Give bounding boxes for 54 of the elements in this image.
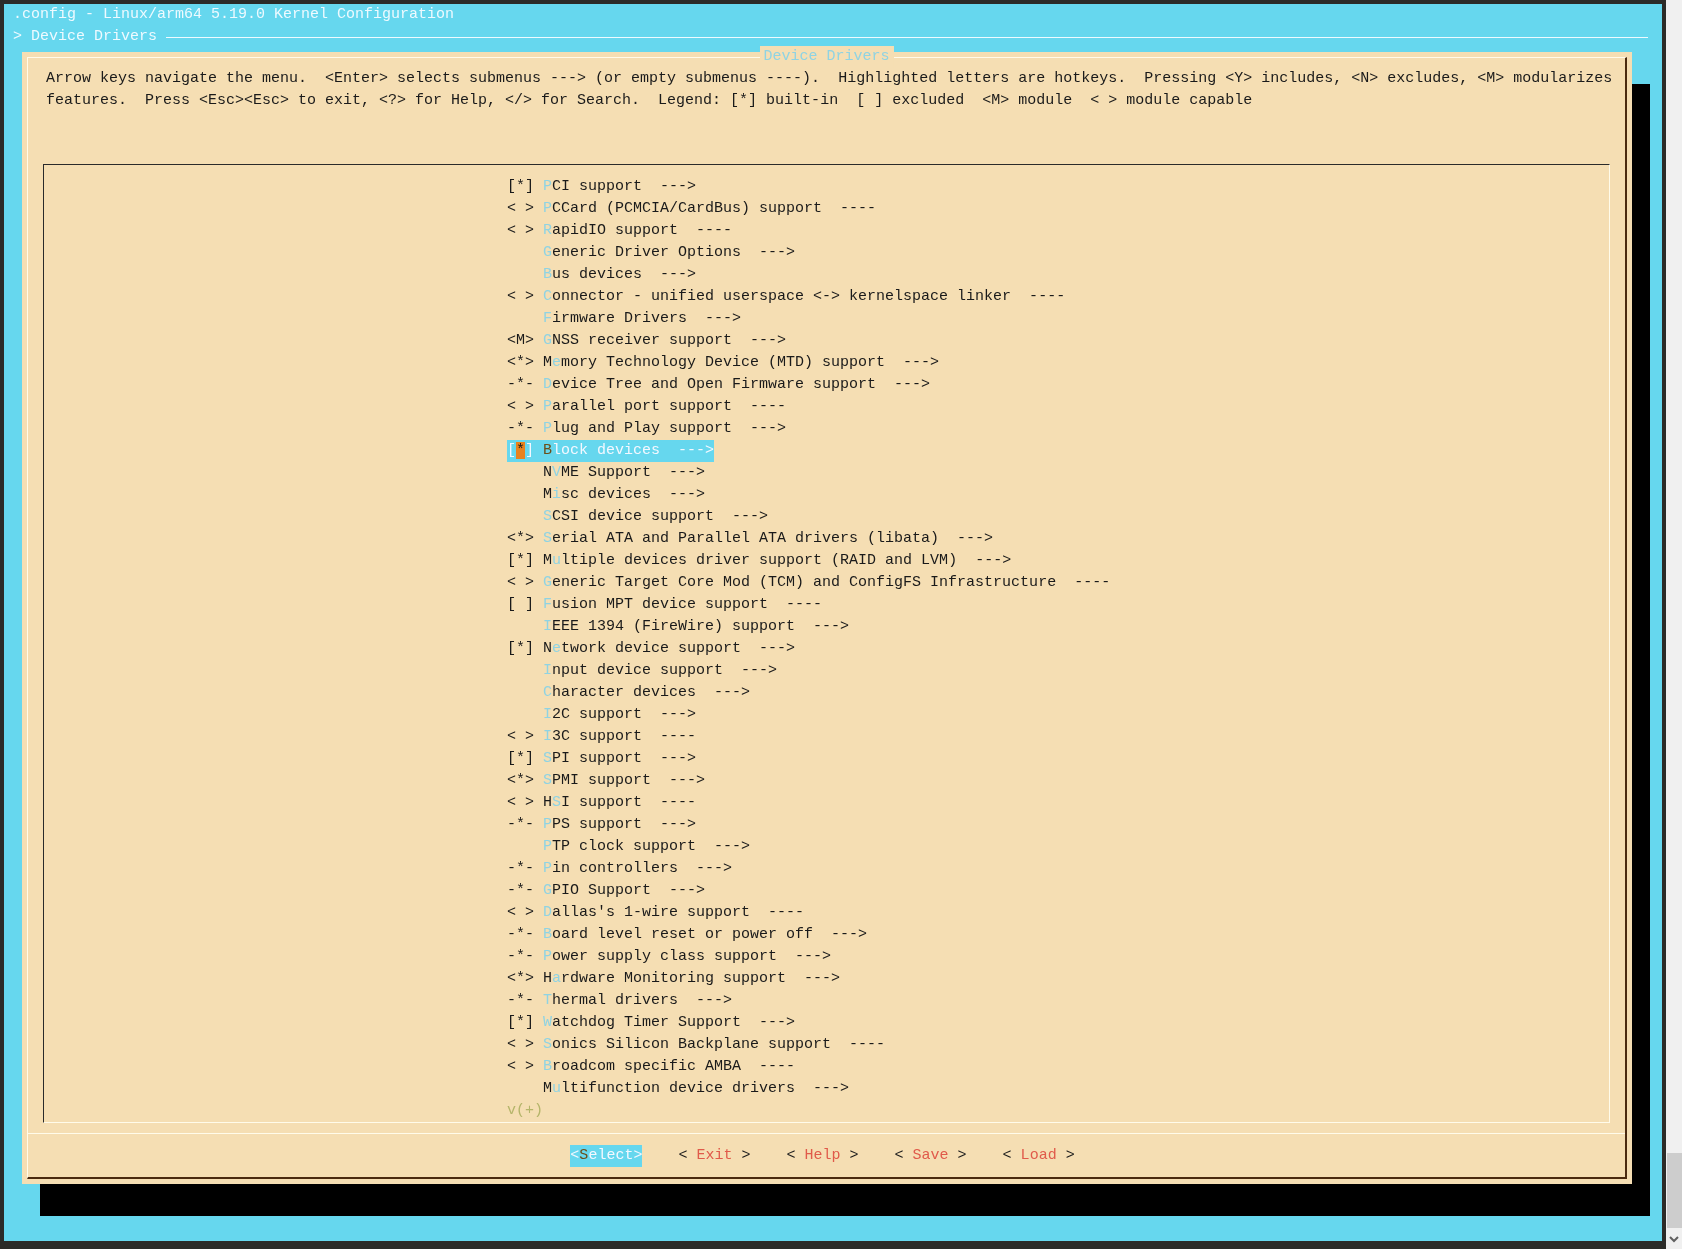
menu-item[interactable]: [*] Network device support --->	[507, 638, 796, 660]
menu-item[interactable]: I2C support --->	[507, 704, 697, 726]
scroll-down-icon[interactable]	[1669, 1236, 1679, 1243]
help-text: Arrow keys navigate the menu. <Enter> selects submenus ---> (or empty submenus ----). Highlighted letters are hotkeys. Pressing <Y> includes, <N> excludes, <M> modularizes	[46, 69, 1613, 89]
dialog-button[interactable]: < Load >	[1002, 1145, 1075, 1167]
menu-item[interactable]: < > PCCard (PCMCIA/CardBus) support ----	[507, 198, 877, 220]
dialog-button[interactable]: <Select>	[570, 1145, 643, 1167]
menu-item[interactable]: -*- PPS support --->	[507, 814, 697, 836]
menu-item[interactable]: < > Dallas's 1-wire support ----	[507, 902, 805, 924]
menu-item[interactable]: SCSI device support --->	[507, 506, 769, 528]
more-indicator: v(+)	[507, 1101, 543, 1121]
menu-item[interactable]: <*> Serial ATA and Parallel ATA drivers (libata) --->	[507, 528, 994, 550]
menu-item[interactable]: IEEE 1394 (FireWire) support --->	[507, 616, 850, 638]
menu-item[interactable]: < > Connector - unified userspace <-> kernelspace linker ----	[507, 286, 1066, 308]
menu-item[interactable]: PTP clock support --->	[507, 836, 751, 858]
menu-item[interactable]: [*] SPI support --->	[507, 748, 697, 770]
menu-item[interactable]: -*- Power supply class support --->	[507, 946, 832, 968]
menu-item[interactable]: Misc devices --->	[507, 484, 706, 506]
menu-item[interactable]: [*] Block devices --->	[507, 440, 715, 462]
menu-item[interactable]: < > Parallel port support ----	[507, 396, 787, 418]
scroll-thumb[interactable]	[1666, 1153, 1682, 1228]
menu-item[interactable]: Bus devices --->	[507, 264, 697, 286]
menu-item[interactable]: -*- Plug and Play support --->	[507, 418, 787, 440]
dialog-button[interactable]: < Help >	[786, 1145, 859, 1167]
menu-item[interactable]: [*] PCI support --->	[507, 176, 697, 198]
window-title: .config - Linux/arm64 5.19.0 Kernel Configuration	[13, 6, 455, 23]
menu-item[interactable]: [ ] Fusion MPT device support ----	[507, 594, 823, 616]
menu-item[interactable]: Generic Driver Options --->	[507, 242, 796, 264]
menu-item[interactable]: Firmware Drivers --->	[507, 308, 742, 330]
help-text: features. Press <Esc><Esc> to exit, <?> for Help, </> for Search. Legend: [*] built-in [ ] excluded <M> module < > module capable	[46, 91, 1253, 111]
dialog-button[interactable]: < Exit >	[678, 1145, 751, 1167]
menu-item[interactable]: < > RapidIO support ----	[507, 220, 733, 242]
dialog-button[interactable]: < Save >	[894, 1145, 967, 1167]
menu-item[interactable]: < > I3C support ----	[507, 726, 697, 748]
menu-item[interactable]: < > HSI support ----	[507, 792, 697, 814]
menu-item[interactable]: Input device support --->	[507, 660, 778, 682]
menu-item[interactable]: <*> Memory Technology Device (MTD) support --->	[507, 352, 940, 374]
menu-item[interactable]: -*- Thermal drivers --->	[507, 990, 733, 1012]
menu-item[interactable]: < > Sonics Silicon Backplane support ----	[507, 1034, 886, 1056]
menu-item[interactable]: <M> GNSS receiver support --->	[507, 330, 787, 352]
menu-item[interactable]: NVME Support --->	[507, 462, 706, 484]
menu-item[interactable]: < > Generic Target Core Mod (TCM) and ConfigFS Infrastructure ----	[507, 572, 1111, 594]
menu-item[interactable]: <*> SPMI support --->	[507, 770, 706, 792]
menu-item[interactable]: -*- Board level reset or power off --->	[507, 924, 868, 946]
menu-item[interactable]: < > Broadcom specific AMBA ----	[507, 1056, 796, 1078]
menu-item[interactable]: -*- GPIO Support --->	[507, 880, 706, 902]
menu-item[interactable]: Multifunction device drivers --->	[507, 1078, 850, 1100]
menu-item[interactable]: <*> Hardware Monitoring support --->	[507, 968, 841, 990]
menu-item[interactable]: -*- Device Tree and Open Firmware support --->	[507, 374, 931, 396]
menu-item[interactable]: -*- Pin controllers --->	[507, 858, 733, 880]
menu-item[interactable]: [*] Multiple devices driver support (RAID and LVM) --->	[507, 550, 1012, 572]
menu-item[interactable]: [*] Watchdog Timer Support --->	[507, 1012, 796, 1034]
breadcrumb: > Device Drivers	[13, 27, 158, 47]
menu-item[interactable]: Character devices --->	[507, 682, 751, 704]
